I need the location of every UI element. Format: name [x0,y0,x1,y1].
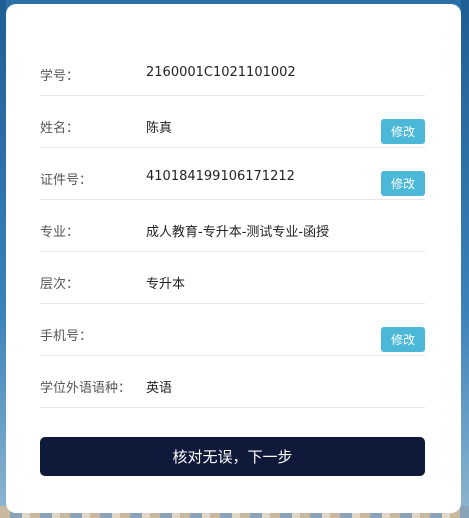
row-id-number: 证件号： 410184199106171212 修改 [40,148,425,200]
info-card: 学号： 2160001C1021101002 姓名： 陈真 修改 证件号： 41… [6,4,461,513]
row-level: 层次： 专升本 [40,252,425,304]
row-student-id: 学号： 2160001C1021101002 [40,44,425,96]
name-value: 陈真 [146,121,173,136]
id-number-label: 证件号： [40,173,93,188]
level-label: 层次： [40,277,80,292]
name-label: 姓名： [40,121,80,136]
student-id-value: 2160001C1021101002 [146,65,296,80]
id-number-value: 410184199106171212 [146,169,295,184]
edit-name-button[interactable]: 修改 [381,119,425,144]
edit-id-number-button[interactable]: 修改 [381,171,425,196]
level-value: 专升本 [146,277,186,292]
row-phone: 手机号： 修改 [40,304,425,356]
degree-language-value: 英语 [146,381,173,396]
row-name: 姓名： 陈真 修改 [40,96,425,148]
row-major: 专业： 成人教育-专升本-测试专业-函授 [40,200,425,252]
degree-language-label: 学位外语语种： [40,381,132,396]
major-value: 成人教育-专升本-测试专业-函授 [146,225,330,240]
row-degree-language: 学位外语语种： 英语 [40,356,425,408]
major-label: 专业： [40,225,80,240]
confirm-next-button[interactable]: 核对无误，下一步 [40,437,425,476]
edit-phone-button[interactable]: 修改 [381,327,425,352]
student-id-label: 学号： [40,69,80,84]
phone-label: 手机号： [40,329,93,344]
background-right [461,0,469,518]
